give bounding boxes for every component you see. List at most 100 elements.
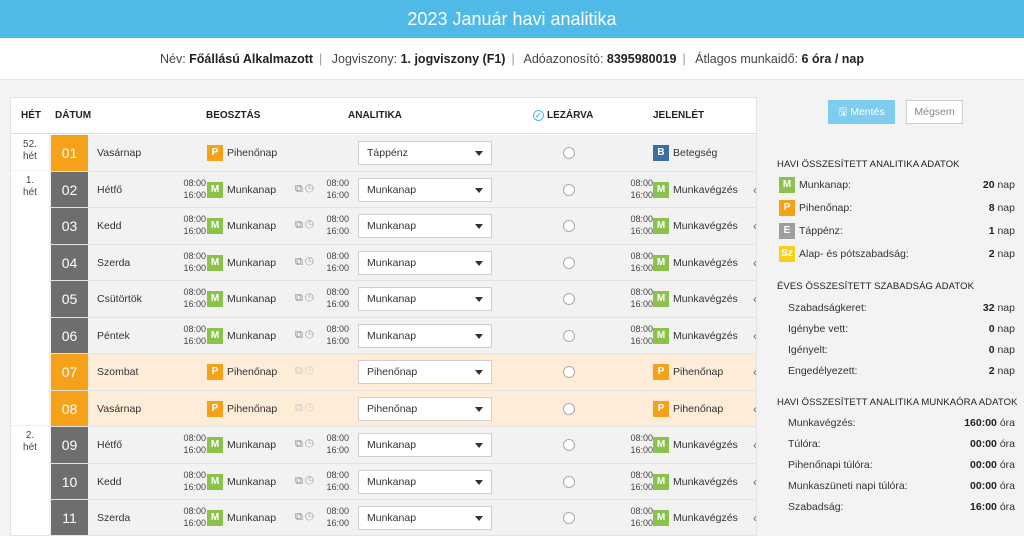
stat-value: 00:00 óra xyxy=(970,438,1015,450)
clock-icon[interactable]: ◷ xyxy=(305,365,316,377)
stat-item: Igényelt: 0 nap xyxy=(777,340,1015,360)
stat-label: Alap- és pótszabadság: xyxy=(799,248,909,260)
attendance-times: 08:00 16:00 xyxy=(630,177,653,200)
copy-icon[interactable]: ⧉ xyxy=(295,402,305,414)
closed-radio[interactable] xyxy=(563,475,575,488)
copy-icon[interactable]: ⧉ xyxy=(295,256,305,268)
clock-icon[interactable]: ◷ xyxy=(305,402,316,414)
analytics-select[interactable]: Táppénz xyxy=(358,141,492,165)
stat-value: 32 nap xyxy=(982,302,1015,314)
clock-icon[interactable]: ◷ xyxy=(305,183,316,195)
attendance-badge: M xyxy=(653,181,669,198)
copy-icon[interactable]: ⧉ xyxy=(295,219,305,231)
table-row: 06 Péntek 08:00 16:00 M Munkanap ⧉◷ 08:00 16:00 M… xyxy=(11,317,756,354)
day-number: 06 xyxy=(51,317,88,353)
analytics-select[interactable]: Munkanap xyxy=(358,433,492,457)
attendance-times: 08:00 16:00 xyxy=(630,469,653,492)
stat-value: 1 nap xyxy=(988,225,1015,237)
day-number: 07 xyxy=(51,354,88,390)
stat-label: Engedélyezett: xyxy=(788,365,858,377)
copy-icon[interactable]: ⧉ xyxy=(295,292,305,304)
copy-icon[interactable]: ⧉ xyxy=(295,511,305,523)
attendance-times: 08:00 16:00 xyxy=(630,506,653,528)
copy-icon[interactable]: ⧉ xyxy=(295,329,305,341)
stat-label: Szabadság: xyxy=(788,501,844,513)
stat-badge: M xyxy=(779,177,795,193)
cancel-button[interactable]: Mégsem xyxy=(906,100,963,124)
stat-value: 2 nap xyxy=(988,365,1015,377)
clock-icon[interactable]: ◷ xyxy=(305,292,316,304)
clock-icon[interactable]: ◷ xyxy=(305,329,316,341)
stat-label: Táppénz: xyxy=(799,225,843,237)
analytics-select[interactable]: Pihenőnap xyxy=(358,396,492,421)
caret-down-icon xyxy=(475,187,483,193)
clock-icon[interactable]: ◷ xyxy=(305,219,316,231)
munkaora-section-title: HAVI ÖSSZESÍTETT ANALITIKA MUNKAÓRA ADAT… xyxy=(777,397,1018,408)
schedule-label: Munkanap xyxy=(227,183,277,196)
attendance-times: 08:00 16:00 xyxy=(630,287,653,309)
closed-radio[interactable] xyxy=(563,183,575,196)
closed-radio[interactable] xyxy=(563,402,575,415)
closed-radio[interactable] xyxy=(563,293,575,305)
col-datum: DÁTUM xyxy=(55,110,92,121)
copy-icon[interactable]: ⧉ xyxy=(295,365,305,377)
copy-icon[interactable]: ⧉ xyxy=(295,183,305,195)
chevron-left-icon[interactable]: ‹ xyxy=(753,464,756,500)
table-row: 02 Hétfő 08:00 16:00 M Munkanap ⧉◷ 08:00 16:00 Mu… xyxy=(11,171,756,208)
chevron-left-icon[interactable]: ‹ xyxy=(753,354,756,390)
clock-icon[interactable]: ◷ xyxy=(305,511,316,523)
analytics-select[interactable]: Munkanap xyxy=(358,250,492,275)
analytics-select[interactable]: Pihenőnap xyxy=(358,360,492,384)
closed-radio[interactable] xyxy=(563,256,575,269)
closed-radio[interactable] xyxy=(563,512,575,524)
chevron-left-icon[interactable]: ‹ xyxy=(753,245,756,281)
analytics-select[interactable]: Munkanap xyxy=(358,506,492,530)
clock-icon[interactable]: ◷ xyxy=(305,256,316,268)
attendance-times: 08:00 16:00 xyxy=(630,214,653,236)
chevron-left-icon[interactable]: ‹ xyxy=(753,208,756,244)
attendance-label: Munkavégzés xyxy=(673,256,738,269)
analytics-select[interactable]: Munkanap xyxy=(358,287,492,311)
analytics-select[interactable]: Munkanap xyxy=(358,323,492,348)
day-name: Hétfő xyxy=(97,183,123,196)
schedule-badge: M xyxy=(207,437,223,453)
caret-down-icon xyxy=(475,297,483,302)
closed-radio[interactable] xyxy=(563,366,575,378)
copy-icon[interactable]: ⧉ xyxy=(295,475,305,487)
attendance-badge: M xyxy=(653,510,669,526)
copy-icon[interactable]: ⧉ xyxy=(295,438,305,450)
save-button[interactable]: 🖫 Mentés xyxy=(828,100,895,124)
day-name: Szerda xyxy=(97,512,131,524)
chevron-left-icon[interactable]: ‹ xyxy=(753,427,756,463)
week-label: 2. hét xyxy=(11,426,49,535)
stat-item: Szabadságkeret: 32 nap xyxy=(777,298,1015,318)
attendance-label: Munkavégzés xyxy=(673,293,738,305)
analytics-select[interactable]: Munkanap xyxy=(358,469,492,494)
col-jelenlet: JELENLÉT xyxy=(653,110,705,121)
clock-icon[interactable]: ◷ xyxy=(305,475,316,487)
day-number: 02 xyxy=(51,171,88,207)
chevron-left-icon[interactable]: ‹ xyxy=(753,500,756,535)
stat-item: Igénybe vett: 0 nap xyxy=(777,319,1015,339)
chevron-left-icon[interactable]: ‹ xyxy=(753,391,756,427)
closed-radio[interactable] xyxy=(563,329,575,342)
closed-radio[interactable] xyxy=(563,220,575,232)
day-number: 05 xyxy=(51,281,88,317)
attendance-badge: B xyxy=(653,145,669,161)
schedule-times: 08:00 16:00 xyxy=(183,469,206,492)
day-number: 01 xyxy=(51,135,88,171)
col-lezarva: ✓ LEZÁRVA xyxy=(533,98,593,134)
stat-item: Pihenőnapi túlóra: 00:00 óra xyxy=(777,455,1015,475)
closed-radio[interactable] xyxy=(563,147,575,159)
day-name: Kedd xyxy=(97,220,122,232)
schedule-badge: M xyxy=(207,291,223,307)
closed-radio[interactable] xyxy=(563,439,575,451)
chevron-left-icon[interactable]: ‹ xyxy=(753,172,756,208)
col-analitika: ANALITIKA xyxy=(348,110,402,121)
clock-icon[interactable]: ◷ xyxy=(305,438,316,450)
chevron-left-icon[interactable]: ‹ xyxy=(753,281,756,317)
chevron-left-icon[interactable]: ‹ xyxy=(753,318,756,354)
analytics-select[interactable]: Munkanap xyxy=(358,214,492,238)
analytics-select[interactable]: Munkanap xyxy=(358,177,492,202)
stat-item: M Munkanap: 20 nap xyxy=(777,175,1015,195)
